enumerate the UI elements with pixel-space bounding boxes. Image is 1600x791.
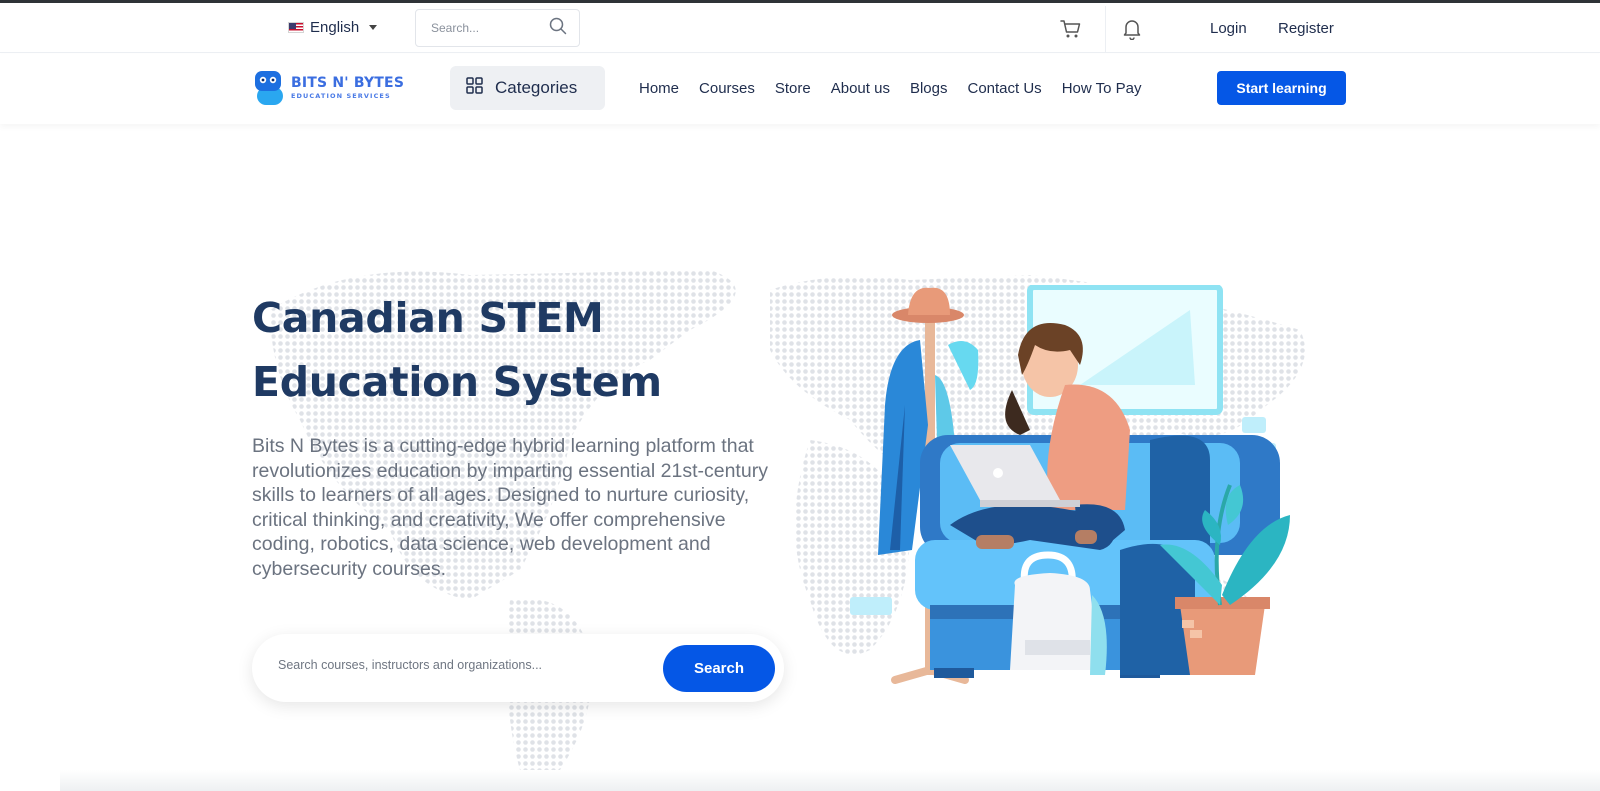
- nav-link-contact[interactable]: Contact Us: [967, 80, 1041, 97]
- top-bar: English Login Register: [0, 3, 1600, 53]
- register-link[interactable]: Register: [1278, 20, 1334, 37]
- next-section-edge: [60, 770, 1600, 791]
- nav-link-about[interactable]: About us: [831, 80, 890, 97]
- hero-description: Bits N Bytes is a cutting-edge hybrid le…: [252, 435, 768, 580]
- chevron-down-icon: [369, 25, 378, 30]
- nav-link-courses[interactable]: Courses: [699, 80, 755, 97]
- logo-title: BITS N' BYTES: [291, 75, 405, 92]
- bell-icon[interactable]: [1122, 18, 1142, 45]
- nav-link-blogs[interactable]: Blogs: [910, 80, 948, 97]
- main-navbar: BITS N' BYTES EDUCATION SERVICES Categor…: [0, 54, 1600, 124]
- grid-icon: [466, 77, 483, 99]
- nav-links: Home Courses Store About us Blogs Contac…: [639, 80, 1161, 97]
- hero-title-line-1: Canadian STEM: [252, 294, 604, 342]
- language-selector[interactable]: English: [288, 19, 378, 36]
- categories-label: Categories: [495, 78, 578, 97]
- hero-search-button[interactable]: Search: [663, 645, 775, 692]
- top-search-box: [415, 9, 580, 47]
- cart-icon[interactable]: [1060, 19, 1082, 44]
- logo-subtitle: EDUCATION SERVICES: [291, 92, 391, 101]
- hero-title: Canadian STEM Education System: [252, 286, 772, 414]
- hero-search-input[interactable]: [278, 658, 648, 672]
- search-icon[interactable]: [549, 17, 567, 40]
- categories-button[interactable]: Categories: [450, 66, 605, 110]
- divider: [1105, 6, 1106, 52]
- hero-title-line-2: Education System: [252, 358, 662, 406]
- nav-link-home[interactable]: Home: [639, 80, 679, 97]
- nav-link-store[interactable]: Store: [775, 80, 811, 97]
- login-link[interactable]: Login: [1210, 20, 1247, 37]
- nav-link-how-to-pay[interactable]: How To Pay: [1062, 80, 1142, 97]
- logo-icon: [255, 71, 285, 105]
- language-label: English: [310, 19, 360, 36]
- us-flag-icon: [288, 22, 304, 33]
- logo[interactable]: BITS N' BYTES EDUCATION SERVICES: [255, 71, 404, 105]
- start-learning-button[interactable]: Start learning: [1217, 71, 1346, 105]
- top-search-input[interactable]: [431, 21, 541, 35]
- student-illustration: [850, 285, 1290, 684]
- hero-search-box: Search: [252, 634, 784, 702]
